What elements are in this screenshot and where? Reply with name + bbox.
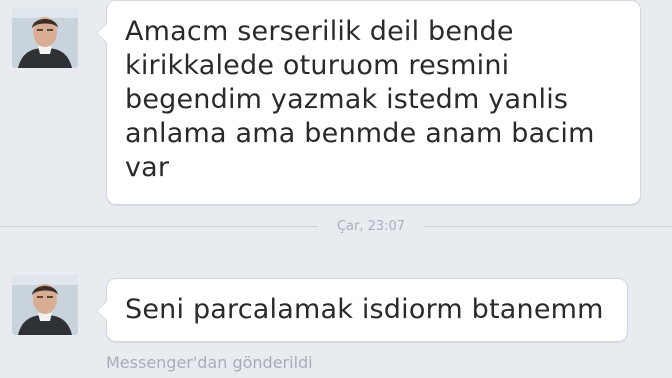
- sent-via-label: Messenger'dan gönderildi: [106, 353, 313, 372]
- message-bubble[interactable]: Seni parcalamak isdiorm btanemm: [96, 278, 628, 342]
- timestamp-label: Çar, 23:07: [336, 219, 406, 234]
- message-bubble[interactable]: Amacm serserilik deil bende kirikkalede …: [96, 0, 641, 205]
- timestamp-divider: Çar, 23:07: [0, 217, 672, 237]
- message-text: Seni parcalamak isdiorm btanemm: [125, 294, 604, 325]
- avatar-photo-icon: [12, 275, 78, 335]
- message-text: Amacm serserilik deil bende kirikkalede …: [125, 16, 595, 183]
- divider-line: [0, 226, 318, 227]
- bubble-tail: [96, 301, 107, 321]
- divider-line: [424, 226, 672, 227]
- sender-avatar[interactable]: [12, 8, 78, 68]
- bubble-tail: [96, 23, 107, 43]
- sender-avatar[interactable]: [12, 275, 78, 335]
- message-thread: Amacm serserilik deil bende kirikkalede …: [0, 0, 672, 378]
- avatar-photo-icon: [12, 8, 78, 68]
